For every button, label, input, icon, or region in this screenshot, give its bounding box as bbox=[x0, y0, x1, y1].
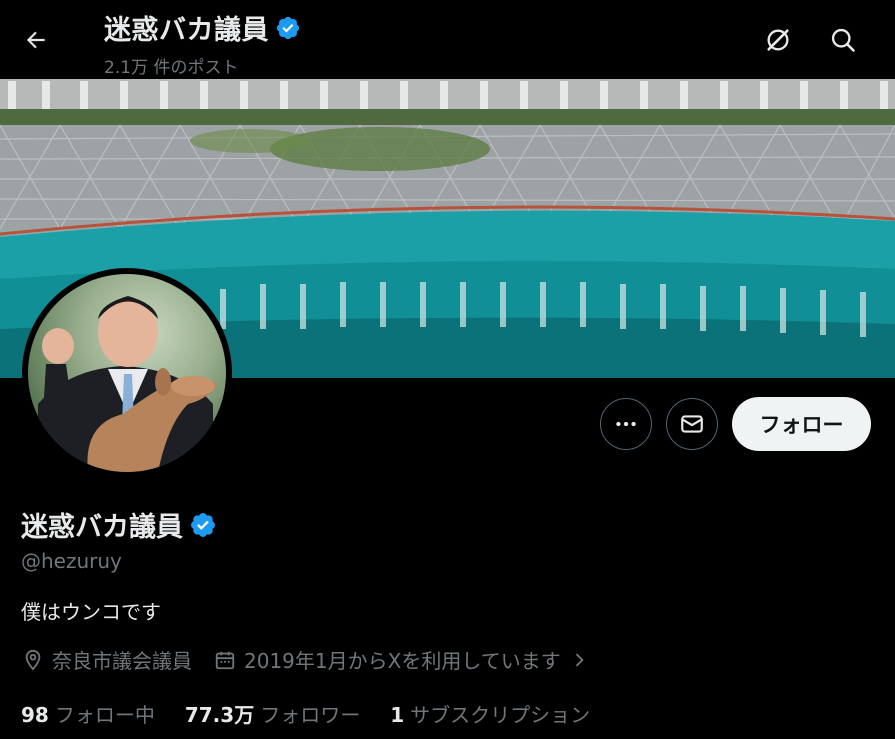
follow-stats: 98 フォロー中 77.3万 フォロワー 1 サブスクリプション bbox=[21, 699, 620, 728]
display-name: 迷惑バカ議員 bbox=[21, 512, 183, 543]
more-icon bbox=[616, 421, 636, 427]
profile-avatar[interactable] bbox=[22, 268, 232, 478]
profile-meta: 奈良市議会議員 2019年1月からXを利用しています bbox=[22, 645, 611, 674]
followers-count: 77.3万 bbox=[184, 703, 255, 727]
envelope-icon bbox=[681, 415, 703, 433]
back-button[interactable] bbox=[18, 22, 54, 58]
profile-name-row: 迷惑バカ議員 bbox=[21, 505, 217, 544]
top-bar: 迷惑バカ議員 2.1万 件のポスト bbox=[0, 0, 895, 79]
followers-label: フォロワー bbox=[260, 703, 361, 727]
location-text: 奈良市議会議員 bbox=[52, 649, 192, 673]
post-count: 2.1万 件のポスト bbox=[104, 58, 239, 78]
subscriptions-label: サブスクリプション bbox=[410, 703, 591, 727]
grok-icon bbox=[767, 29, 789, 51]
header-title: 迷惑バカ議員 bbox=[104, 15, 269, 46]
following-label: フォロー中 bbox=[54, 703, 155, 727]
location-pin-icon bbox=[25, 649, 41, 671]
following-link[interactable]: 98 フォロー中 bbox=[21, 699, 155, 728]
verified-badge-icon[interactable] bbox=[189, 511, 217, 539]
grok-button[interactable] bbox=[758, 20, 798, 60]
user-handle: @hezuruy bbox=[21, 549, 122, 573]
followers-link[interactable]: 77.3万 フォロワー bbox=[185, 699, 360, 728]
search-button[interactable] bbox=[823, 20, 863, 60]
verified-badge-icon bbox=[276, 16, 300, 39]
more-button[interactable] bbox=[600, 398, 652, 450]
chevron-right-icon bbox=[575, 653, 584, 666]
following-count: 98 bbox=[21, 703, 49, 727]
follow-button[interactable]: フォロー bbox=[732, 397, 871, 451]
subscriptions-link[interactable]: 1 サブスクリプション bbox=[390, 699, 590, 728]
calendar-icon bbox=[215, 651, 235, 669]
back-arrow-icon bbox=[26, 31, 45, 49]
profile-bio: 僕はウンコです bbox=[21, 600, 161, 624]
subscriptions-count: 1 bbox=[390, 703, 405, 727]
location-item: 奈良市議会議員 bbox=[22, 645, 192, 674]
header-title-block: 迷惑バカ議員 2.1万 件のポスト bbox=[104, 8, 301, 78]
message-button[interactable] bbox=[666, 398, 718, 450]
search-icon bbox=[831, 28, 855, 52]
joined-text: 2019年1月からXを利用しています bbox=[244, 649, 561, 673]
joined-item[interactable]: 2019年1月からXを利用しています bbox=[214, 645, 589, 674]
avatar-photo bbox=[28, 274, 226, 472]
